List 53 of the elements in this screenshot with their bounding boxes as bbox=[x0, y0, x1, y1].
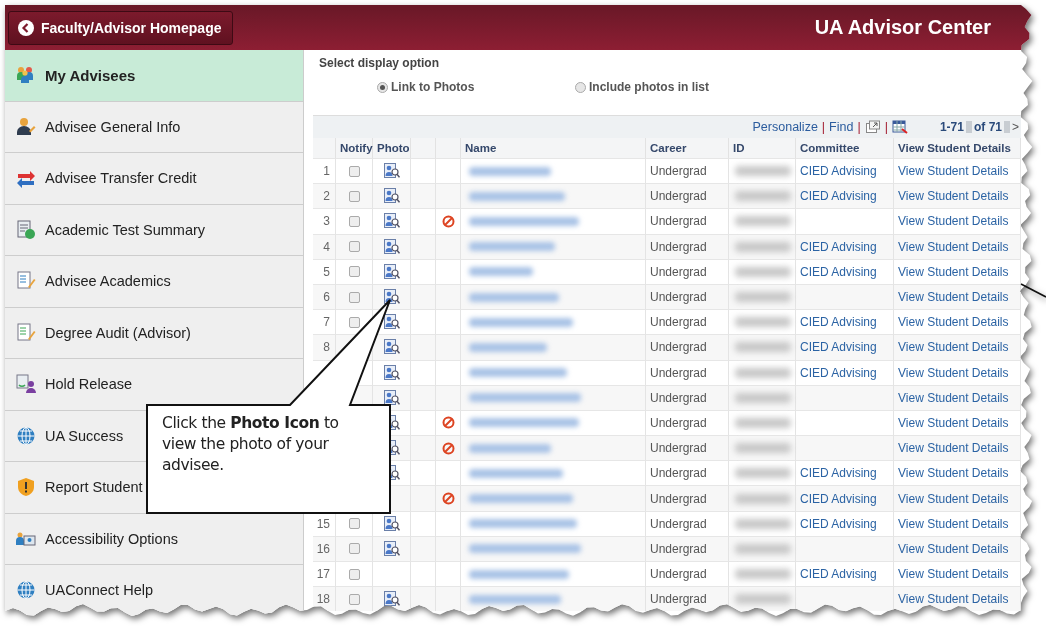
career-cell: Undergrad bbox=[646, 258, 729, 284]
sidebar-item-label: Hold Release bbox=[45, 376, 133, 393]
career-cell: Undergrad bbox=[646, 183, 729, 209]
sidebar-item-label: My Advisees bbox=[45, 66, 136, 84]
display-option-label: Select display option bbox=[319, 56, 441, 70]
column-header: Photo bbox=[373, 138, 411, 158]
career-cell: Undergrad bbox=[646, 309, 729, 335]
sidebar-item-label: Academic Test Summary bbox=[45, 221, 206, 238]
row-number-cell: 3 bbox=[313, 208, 336, 234]
row-number-cell: 18 bbox=[313, 586, 336, 612]
sidebar-item-label: Accessibility Options bbox=[45, 530, 178, 547]
page-range: 1-71 bbox=[939, 120, 964, 134]
career-cell: Undergrad bbox=[646, 409, 729, 436]
row-number-cell: 1 bbox=[313, 158, 336, 184]
column-header: ID bbox=[729, 138, 796, 158]
career-cell: Undergrad bbox=[646, 586, 729, 612]
column-header: View Student Details bbox=[894, 138, 1021, 158]
sidebar-item-label: Advisee Academics bbox=[45, 273, 171, 290]
career-cell: Undergrad bbox=[646, 384, 729, 410]
column-header: Notify bbox=[336, 138, 373, 158]
sidebar-item-label: UA Success bbox=[45, 427, 124, 444]
row-number-cell: 2 bbox=[313, 183, 336, 209]
career-cell: Undergrad bbox=[646, 283, 729, 310]
separator-glyph: | bbox=[884, 120, 888, 134]
row-number-cell: 6 bbox=[313, 283, 336, 310]
career-cell: Undergrad bbox=[646, 561, 729, 587]
sidebar-item-label: Advisee General Info bbox=[45, 118, 181, 135]
sidebar-item-label: Degree Audit (Advisor) bbox=[45, 324, 191, 341]
career-cell: Undergrad bbox=[646, 334, 729, 360]
career-cell: Undergrad bbox=[646, 233, 729, 259]
sidebar-item-label: UAConnect Help bbox=[45, 582, 153, 599]
separator-glyph: | bbox=[821, 120, 826, 134]
career-cell: Undergrad bbox=[646, 535, 729, 561]
row-number-cell: 16 bbox=[313, 535, 336, 561]
career-cell: Undergrad bbox=[646, 359, 729, 385]
row-number-cell: 5 bbox=[313, 258, 336, 284]
separator-glyph: | bbox=[857, 120, 861, 134]
column-header: Career bbox=[646, 138, 729, 158]
career-cell: Undergrad bbox=[646, 158, 729, 184]
sidebar-item-label: Report Student bbox=[45, 479, 143, 496]
page-title: UA Advisor Center bbox=[814, 16, 991, 39]
career-cell: Undergrad bbox=[646, 460, 729, 486]
career-cell: Undergrad bbox=[646, 485, 729, 511]
career-cell: Undergrad bbox=[646, 435, 729, 461]
page-total: of 71 bbox=[973, 120, 1002, 134]
row-number-cell: 4 bbox=[313, 233, 336, 259]
column-header: Committee bbox=[796, 138, 894, 158]
row-number-cell: 17 bbox=[313, 561, 336, 587]
column-header: Name bbox=[461, 138, 646, 158]
career-cell: Undergrad bbox=[646, 208, 729, 234]
row-number-cell: 7 bbox=[313, 309, 336, 335]
career-cell: Undergrad bbox=[646, 510, 729, 536]
sidebar-item-label: Advisee Transfer Credit bbox=[45, 170, 197, 187]
